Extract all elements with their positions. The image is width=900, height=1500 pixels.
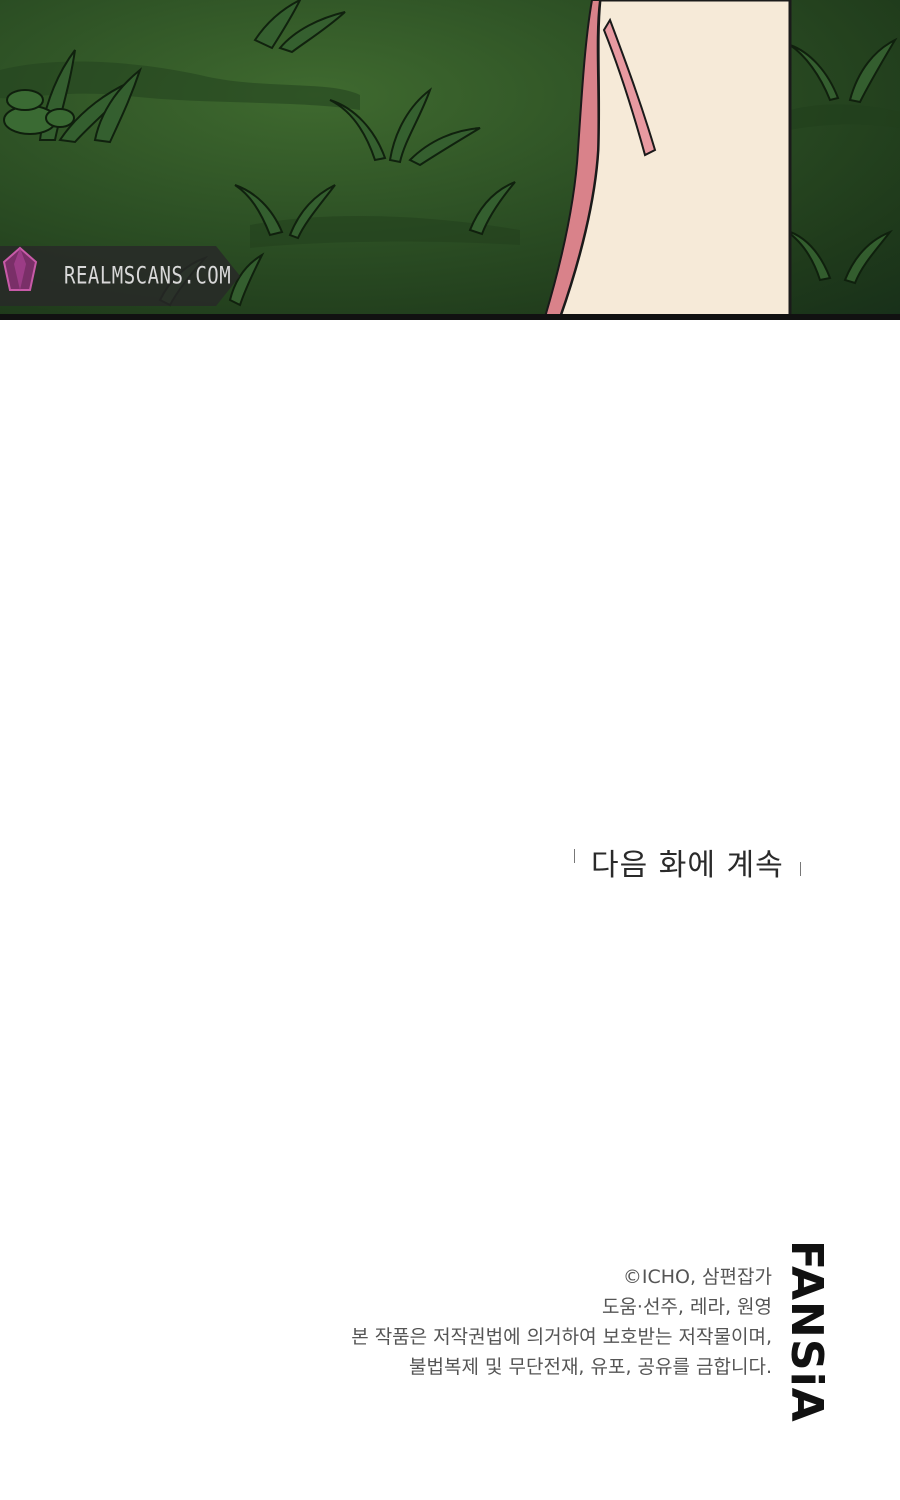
brand-logo: FANSiA [770, 1240, 832, 1423]
comic-panel: REALMSCANS.COM [0, 0, 900, 317]
gem-icon [2, 246, 38, 291]
copyright-prohibition: 불법복제 및 무단전재, 유포, 공유를 금합니다. [409, 1356, 772, 1378]
brand-name: FANSiA [781, 1240, 832, 1423]
to-be-continued-text: 다음 화에 계속 [591, 848, 784, 883]
credit-assistants: 도움·선주, 레라, 원영 [601, 1296, 772, 1318]
panel-border [0, 314, 900, 320]
credit-author: ©ICHO, 삼편잡가 [622, 1266, 772, 1288]
divider-right [799, 862, 801, 876]
watermark-text: REALMSCANS.COM [64, 262, 232, 290]
watermark-badge: REALMSCANS.COM [0, 246, 240, 306]
copyright-notice: 본 작품은 저작권법에 의거하여 보호받는 저작물이며, [351, 1326, 772, 1348]
to-be-continued: 다음 화에 계속 [574, 842, 801, 883]
divider-left [574, 849, 575, 863]
credits-block: ©ICHO, 삼편잡가 도움·선주, 레라, 원영 본 작품은 저작권법에 의거… [351, 1262, 772, 1382]
